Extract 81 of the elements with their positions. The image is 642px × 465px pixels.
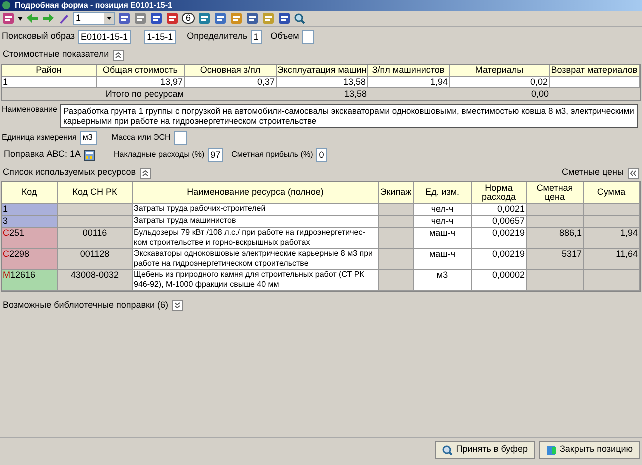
accept-button[interactable]: Принять в буфер [435,441,535,459]
table-cell: Затраты труда машинистов [133,216,379,228]
section-title: Возможные библиотечные поправки (6) [3,299,168,312]
table-cell: Щебень из природного камня для строительных работ (СТ РК 946-92), М-1000 фракции свыше 40 мм [133,270,379,291]
table-cell: 5317 [527,249,584,270]
table-cell: маш-ч [414,228,472,249]
code-field[interactable]: 1-15-1 [144,30,176,44]
column-header[interactable]: Материалы [450,65,550,77]
collapse-button[interactable] [113,50,124,60]
table-cell: 001128 [58,249,133,270]
level-dropdown[interactable]: 1 [73,12,115,25]
table-cell: чел-ч [414,216,472,228]
table-cell [527,204,584,216]
calculator-icon[interactable] [84,150,95,160]
table-cell: 886,1 [527,228,584,249]
table-cell [379,216,414,228]
table-cell [379,228,414,249]
label: Сметная прибыль (%) [232,149,314,161]
profit-field[interactable]: 0 [316,148,328,162]
label: Поисковый образ [2,30,76,43]
column-header[interactable]: Общая стоимость [97,65,185,77]
label: Единица измерения [2,132,77,144]
table-cell: маш-ч [414,249,472,270]
section-title: Сметные цены [562,166,624,180]
table-cell: 1,94 [584,228,640,249]
label: Объем [270,30,300,43]
name-field[interactable]: Разработка грунта 1 группы с погрузкой на автомобили-самосвалы экскаваторами одноковшовыми, вместимостью ковша 8 м3, электрическими карьерными при работе на гидроэнергетическом строительстве [60,104,638,128]
search-icon [442,444,454,456]
column-header[interactable]: Возврат материалов [550,65,640,77]
label: Поправка АВС: 1А [4,148,81,162]
column-header[interactable]: Район [2,65,97,77]
table-cell [379,204,414,216]
caret-icon [106,17,112,20]
code-cell: М12616 [2,270,58,291]
column-header[interactable]: Норма расхода [472,182,527,204]
label: Масса или ЭСН [112,132,171,144]
column-header[interactable]: З/пл машинистов [368,65,450,77]
search-icon[interactable] [294,12,306,24]
table-cell: Экскаваторы одноковшовые электрические карьерные 8 м3 при работе на гидроэнергетическом строительстве [133,249,379,270]
code-cell: С251 [2,228,58,249]
column-header[interactable]: Основная з/пл [185,65,277,77]
total-value: 13,58 [343,88,368,100]
table-cell [379,249,414,270]
table-cell: 43008-0032 [58,270,133,291]
column-header[interactable]: Ед. изм. [414,182,472,204]
collapse-left-button[interactable] [628,168,639,178]
overhead-field[interactable]: 97 [208,148,223,162]
code-cell: 1 [2,204,58,216]
total-value: 0,00 [530,88,550,100]
mass-field[interactable] [174,131,187,145]
column-header[interactable]: Эксплуатация машин [277,65,368,77]
unit-field[interactable]: м3 [80,131,97,145]
collapse-button[interactable] [140,168,151,178]
close-button[interactable]: Закрыть позицию [538,441,640,459]
search-field[interactable]: E0101-15-1 [78,30,132,44]
section-title: Стоимостные показатели [3,48,110,62]
code-cell: 3 [2,216,58,228]
section-title: Список используемых ресурсов [3,166,136,180]
expand-button[interactable] [172,300,184,312]
code-cell: С2298 [2,249,58,270]
label: Определитель [187,30,248,43]
table-cell: 00116 [58,228,133,249]
label: Накладные расходы (%) [114,149,205,161]
app-icon [2,1,11,10]
caret-icon[interactable] [18,16,23,20]
table-cell [527,270,584,291]
window-title: Подробная форма - позиция E0101-15-1 [15,0,172,10]
table-cell [527,216,584,228]
volume-field[interactable] [302,30,314,44]
table-cell: 11,64 [584,249,640,270]
count-badge[interactable]: 6 [182,13,196,24]
total-label: Итого по ресурсам [104,88,185,100]
table-cell: м3 [414,270,472,291]
table-cell: чел-ч [414,204,472,216]
label: Наименование [2,104,58,116]
door-icon [546,444,557,456]
table-cell: Затраты труда рабочих-строителей [133,204,379,216]
determinant-field[interactable]: 1 [250,30,262,44]
column-header[interactable]: Наименование ресурса (полное) [133,182,379,204]
table-cell: Бульдозеры 79 кВт /108 л.с./ при работе на гидроэнергетичес-ком строительстве и горно-вскрышных работах [133,228,379,249]
table-cell [379,270,414,291]
